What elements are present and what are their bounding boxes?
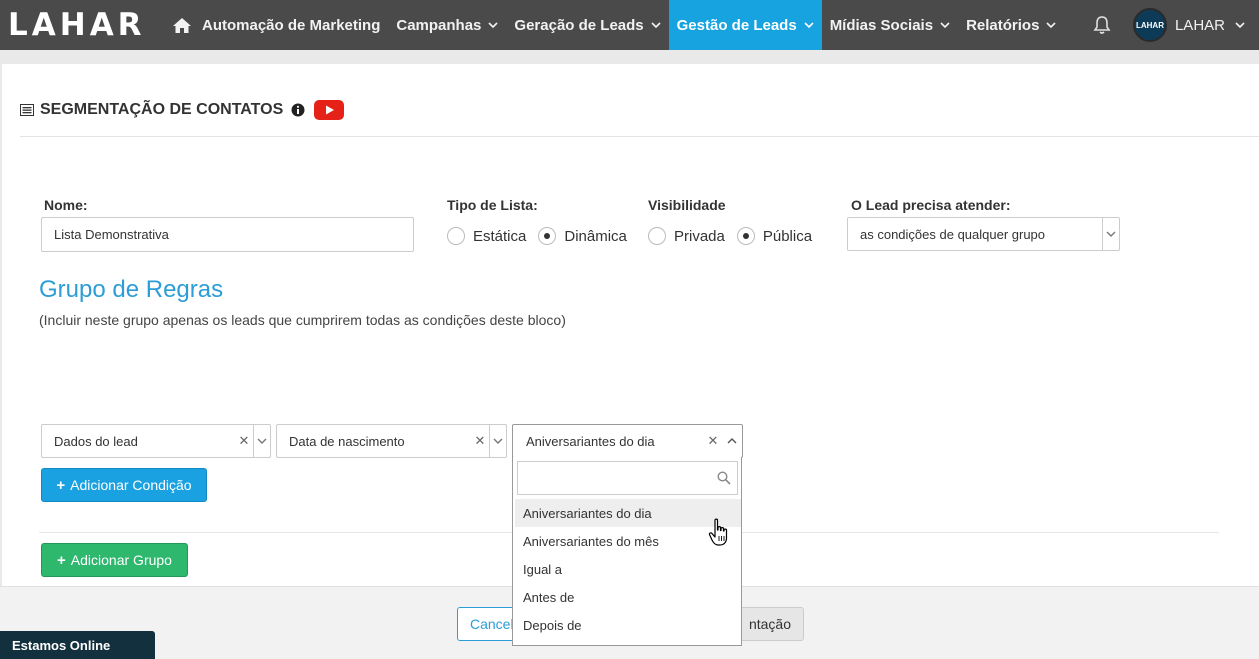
field-group-select[interactable]: Dados do lead ✕ xyxy=(41,424,271,458)
match-select[interactable]: as condições de qualquer grupo xyxy=(847,217,1120,251)
user-name[interactable]: LAHAR xyxy=(1175,17,1225,34)
search-icon xyxy=(717,471,731,485)
chevron-down-icon[interactable] xyxy=(1235,22,1245,28)
field-select[interactable]: Data de nascimento ✕ xyxy=(276,424,507,458)
radio-estatica-label[interactable]: Estática xyxy=(473,228,526,245)
visibility-label: Visibilidade xyxy=(648,197,726,213)
radio-estatica[interactable] xyxy=(447,227,465,245)
nav-campanhas[interactable]: Campanhas xyxy=(388,0,506,50)
list-type-radio-group: Estática Dinâmica xyxy=(447,227,639,245)
chevron-down-icon xyxy=(1046,20,1056,30)
radio-privada[interactable] xyxy=(648,227,666,245)
clear-icon[interactable]: ✕ xyxy=(235,433,253,449)
page-header: SEGMENTAÇÃO DE CONTATOS xyxy=(20,100,345,120)
radio-dinamica[interactable] xyxy=(538,227,557,245)
chevron-down-icon[interactable] xyxy=(490,438,506,444)
chevron-down-icon[interactable] xyxy=(254,438,270,444)
nav-automacao-de-marketing[interactable]: Automação de Marketing xyxy=(194,0,388,50)
name-label: Nome: xyxy=(44,197,88,213)
home-icon[interactable] xyxy=(170,0,194,50)
nav-relatorios[interactable]: Relatórios xyxy=(958,0,1064,50)
rules-group-subtitle: (Incluir neste grupo apenas os leads que… xyxy=(39,312,566,328)
rules-group-title: Grupo de Regras xyxy=(39,276,224,303)
divider xyxy=(20,136,1259,137)
plus-icon: + xyxy=(56,476,66,494)
youtube-icon[interactable] xyxy=(314,100,345,120)
clear-icon[interactable]: ✕ xyxy=(704,433,722,449)
plus-icon: + xyxy=(57,551,66,569)
add-group-button[interactable]: + Adicionar Grupo xyxy=(41,543,188,577)
list-type-label: Tipo de Lista: xyxy=(447,197,538,213)
radio-privada-label[interactable]: Privada xyxy=(674,228,725,245)
operator-dropdown: Aniversariantes do dia Aniversariantes d… xyxy=(512,457,742,646)
operator-value: Aniversariantes do dia xyxy=(526,433,655,449)
chevron-down-icon xyxy=(651,20,661,30)
user-area: LAHAR LAHAR xyxy=(1091,0,1259,50)
add-condition-button[interactable]: + Adicionar Condição xyxy=(41,468,207,502)
dropdown-option[interactable]: Antes de xyxy=(515,583,741,611)
nav-geracao-de-leads[interactable]: Geração de Leads xyxy=(506,0,668,50)
dropdown-option[interactable]: Depois de xyxy=(515,611,741,639)
field-value: Data de nascimento xyxy=(289,433,405,449)
avatar[interactable]: LAHAR xyxy=(1132,8,1167,42)
chevron-down-icon xyxy=(804,20,814,30)
visibility-radio-group: Privada Pública xyxy=(648,227,824,245)
operator-select[interactable]: Aniversariantes do dia ✕ xyxy=(512,424,743,458)
field-group-value: Dados do lead xyxy=(54,433,138,449)
chevron-up-icon[interactable] xyxy=(722,438,742,444)
chevron-down-icon xyxy=(488,20,498,30)
radio-dinamica-label[interactable]: Dinâmica xyxy=(564,228,627,245)
nav-midias-sociais[interactable]: Mídias Sociais xyxy=(822,0,958,50)
chevron-down-icon[interactable] xyxy=(1103,231,1119,237)
page-title: SEGMENTAÇÃO DE CONTATOS xyxy=(40,101,284,118)
name-input[interactable]: Lista Demonstrativa xyxy=(41,217,414,252)
radio-publica[interactable] xyxy=(736,227,755,245)
hand-cursor-icon xyxy=(708,518,728,546)
match-label: O Lead precisa atender: xyxy=(851,197,1011,213)
chat-online-widget[interactable]: Estamos Online xyxy=(0,631,155,659)
clear-icon[interactable]: ✕ xyxy=(471,433,489,449)
nav-gestao-de-leads[interactable]: Gestão de Leads xyxy=(668,0,822,50)
dropdown-option[interactable]: Igual a xyxy=(515,555,741,583)
info-icon[interactable] xyxy=(291,103,305,117)
lahar-logo[interactable]: LAHAR xyxy=(8,7,144,43)
chevron-down-icon xyxy=(940,20,950,30)
radio-publica-label[interactable]: Pública xyxy=(763,228,812,245)
bell-icon[interactable] xyxy=(1091,14,1113,36)
match-select-value: as condições de qualquer grupo xyxy=(860,226,1046,242)
top-navbar: LAHAR Automação de Marketing Campanhas G… xyxy=(0,0,1259,50)
list-icon xyxy=(20,104,34,116)
dropdown-search-input[interactable] xyxy=(517,461,738,495)
